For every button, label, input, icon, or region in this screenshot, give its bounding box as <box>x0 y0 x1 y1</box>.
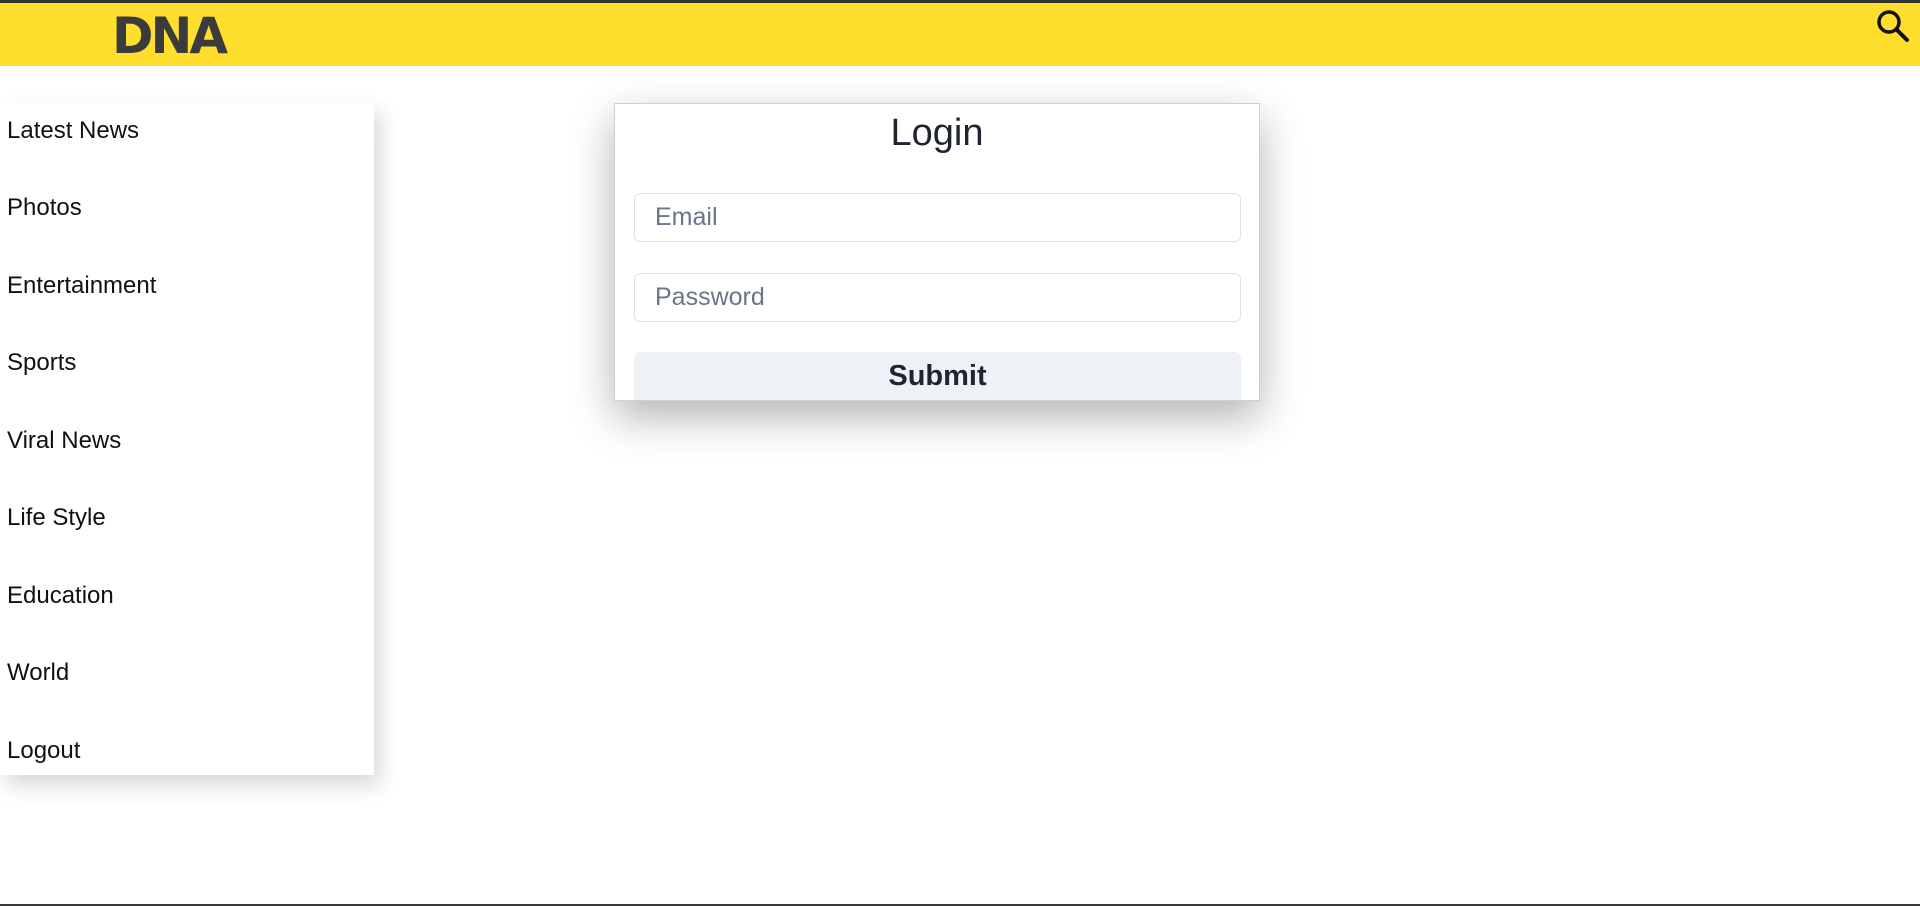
login-title: Login <box>890 112 984 154</box>
sidebar-item-education[interactable]: Education <box>7 582 114 610</box>
login-card: Login Submit <box>614 103 1260 401</box>
sidebar-nav: Latest News Photos Entertainment Sports … <box>0 103 374 775</box>
sidebar-item-photos[interactable]: Photos <box>7 194 82 222</box>
sidebar-item-entertainment[interactable]: Entertainment <box>7 272 156 300</box>
sidebar-item-latest-news[interactable]: Latest News <box>7 117 139 145</box>
sidebar-item-sports[interactable]: Sports <box>7 349 76 377</box>
sidebar-item-logout[interactable]: Logout <box>7 737 80 765</box>
site-header: DNA <box>0 3 1920 66</box>
sidebar-item-viral-news[interactable]: Viral News <box>7 427 121 455</box>
search-icon <box>1877 10 1909 42</box>
email-input[interactable] <box>634 193 1241 242</box>
site-logo[interactable]: DNA <box>112 10 228 62</box>
search-button[interactable] <box>1876 9 1910 43</box>
sidebar-item-life-style[interactable]: Life Style <box>7 504 106 532</box>
submit-button[interactable]: Submit <box>634 352 1241 400</box>
password-input[interactable] <box>634 273 1241 322</box>
sidebar-item-world[interactable]: World <box>7 659 69 687</box>
